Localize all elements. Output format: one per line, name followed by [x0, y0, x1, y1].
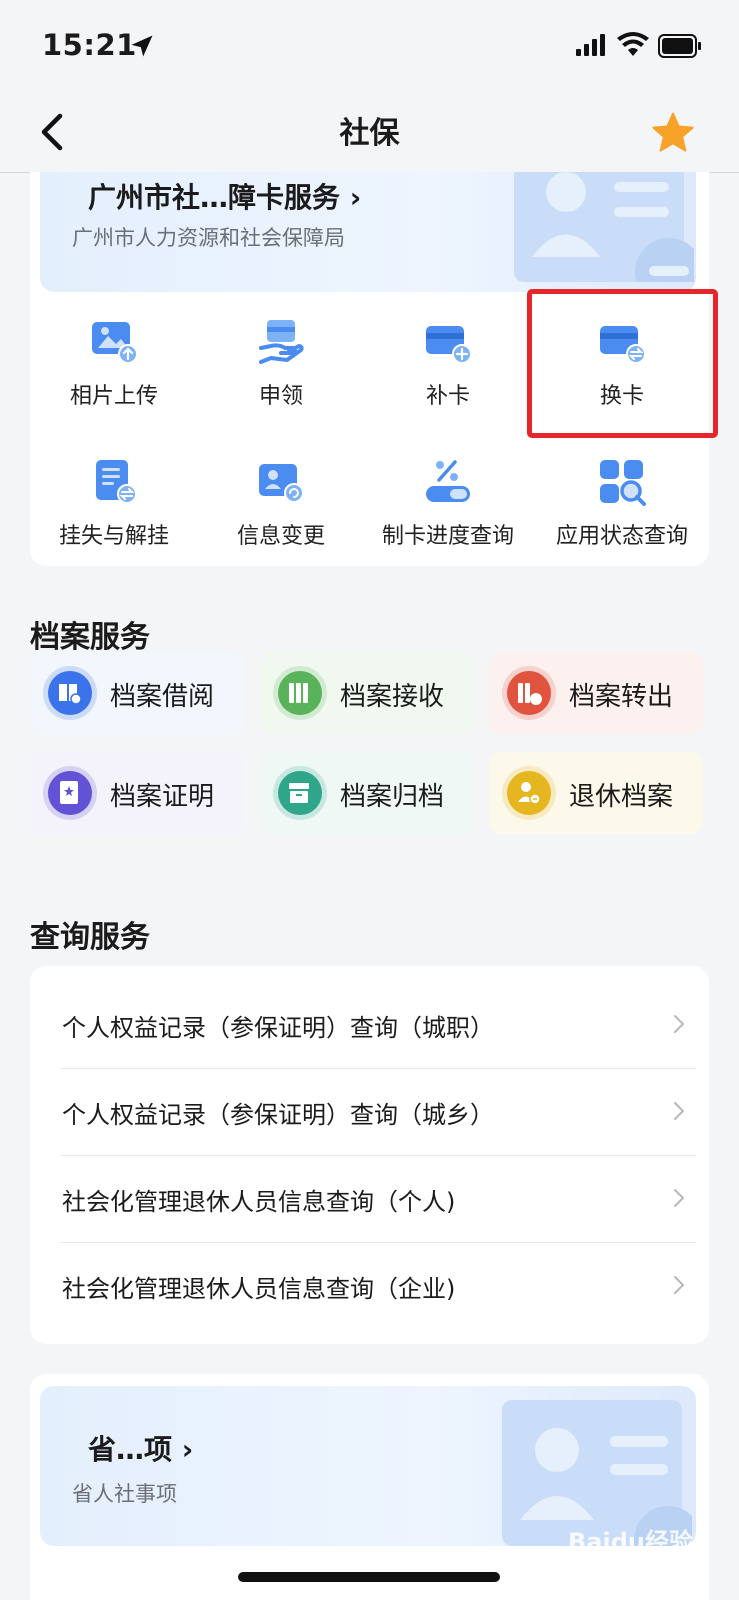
service-photo-upload[interactable]: 相片上传: [29, 318, 199, 438]
archive-tile[interactable]: 档案证明: [30, 752, 244, 834]
card-add-icon: [426, 326, 472, 364]
info-change-icon: [259, 464, 304, 503]
archive-tile[interactable]: 退休档案: [489, 752, 703, 834]
archive-tile-label: 档案接收: [340, 682, 445, 712]
service-apply[interactable]: 申领: [196, 318, 366, 438]
service-report-loss[interactable]: 挂失与解挂: [29, 458, 199, 578]
service-info-change[interactable]: 信息变更: [196, 458, 366, 578]
report-loss-icon: [96, 460, 137, 504]
cellular-signal-icon: [576, 34, 605, 56]
watermark-url: jingyan.baidu.com: [582, 1555, 693, 1569]
service-label: 制卡进度查询: [381, 524, 514, 549]
id-card-illustration-icon: [514, 172, 694, 282]
battery-icon: [658, 34, 701, 58]
query-row-urban-rural[interactable]: 个人权益记录（参保证明）查询（城乡）: [60, 1069, 696, 1155]
progress-icon: [426, 460, 470, 502]
service-reissue-card[interactable]: 补卡: [363, 318, 533, 438]
status-bar: 15:21: [0, 0, 739, 92]
archive-section-title: 档案服务: [30, 620, 150, 655]
favorite-star-icon[interactable]: [650, 110, 696, 156]
archive-icon: [278, 771, 322, 815]
archive-tile-label: 档案转出: [569, 682, 674, 712]
service-label: 应用状态查询: [555, 524, 688, 549]
service-label: 相片上传: [69, 384, 158, 409]
query-row-urban-workers[interactable]: 个人权益记录（参保证明）查询（城职）: [60, 982, 696, 1068]
query-section-title: 查询服务: [30, 920, 150, 955]
card-apply-icon: [259, 320, 304, 364]
borrow-icon: [48, 671, 92, 715]
query-label: 个人权益记录（参保证明）查询（城乡）: [62, 1101, 494, 1129]
navigation-bar: 社保: [0, 92, 739, 173]
service-label: 补卡: [425, 384, 470, 409]
banner-title: 广州市社…障卡服务 ›: [88, 181, 362, 214]
banner-subtitle: 广州市人力资源和社会保障局: [72, 226, 345, 250]
top-banner[interactable]: 广州市社…障卡服务 › 广州市人力资源和社会保障局: [40, 172, 696, 292]
chevron-right-icon: [674, 1015, 685, 1033]
query-label: 社会化管理退休人员信息查询（企业): [62, 1275, 456, 1303]
service-label: 挂失与解挂: [58, 524, 169, 549]
page-title: 社保: [339, 116, 400, 151]
receive-icon: [278, 671, 322, 715]
query-row-retiree-personal[interactable]: 社会化管理退休人员信息查询（个人): [60, 1156, 696, 1242]
archive-tile-label: 退休档案: [569, 782, 674, 812]
archive-tile[interactable]: 档案转出: [489, 652, 703, 734]
banner-title: 省…项 ›: [88, 1433, 194, 1466]
query-label: 社会化管理退休人员信息查询（个人): [62, 1188, 456, 1216]
archive-tile[interactable]: 档案借阅: [30, 652, 244, 734]
archive-tile[interactable]: 档案归档: [260, 752, 474, 834]
archive-tile-label: 档案借阅: [110, 682, 215, 712]
archive-tile-label: 档案归档: [340, 782, 445, 812]
archive-tile[interactable]: 档案接收: [260, 652, 474, 734]
chevron-right-icon: [674, 1189, 685, 1207]
transfer-icon: [507, 671, 551, 715]
chevron-right-icon: [674, 1276, 685, 1294]
certificate-icon: [48, 771, 92, 815]
photo-upload-icon: [92, 322, 138, 364]
service-app-status-query[interactable]: 应用状态查询: [537, 458, 707, 578]
service-label: 申领: [258, 384, 303, 409]
app-status-icon: [600, 460, 646, 506]
status-time: 15:21: [42, 28, 137, 62]
wifi-icon: [617, 32, 649, 56]
archive-tile-label: 档案证明: [110, 782, 215, 812]
watermark-logo: Baidu经验: [568, 1528, 693, 1556]
query-label: 个人权益记录（参保证明）查询（城职）: [62, 1014, 494, 1042]
banner-subtitle: 省人社事项: [72, 1482, 177, 1506]
chevron-right-icon: [674, 1102, 685, 1120]
service-label: 信息变更: [236, 524, 325, 549]
home-indicator[interactable]: [238, 1572, 500, 1582]
retire-icon: [507, 771, 551, 815]
query-row-retiree-enterprise[interactable]: 社会化管理退休人员信息查询（企业): [60, 1243, 696, 1329]
service-progress-query[interactable]: 制卡进度查询: [363, 458, 533, 578]
highlight-box: [527, 289, 718, 438]
location-arrow-icon: [131, 35, 153, 57]
